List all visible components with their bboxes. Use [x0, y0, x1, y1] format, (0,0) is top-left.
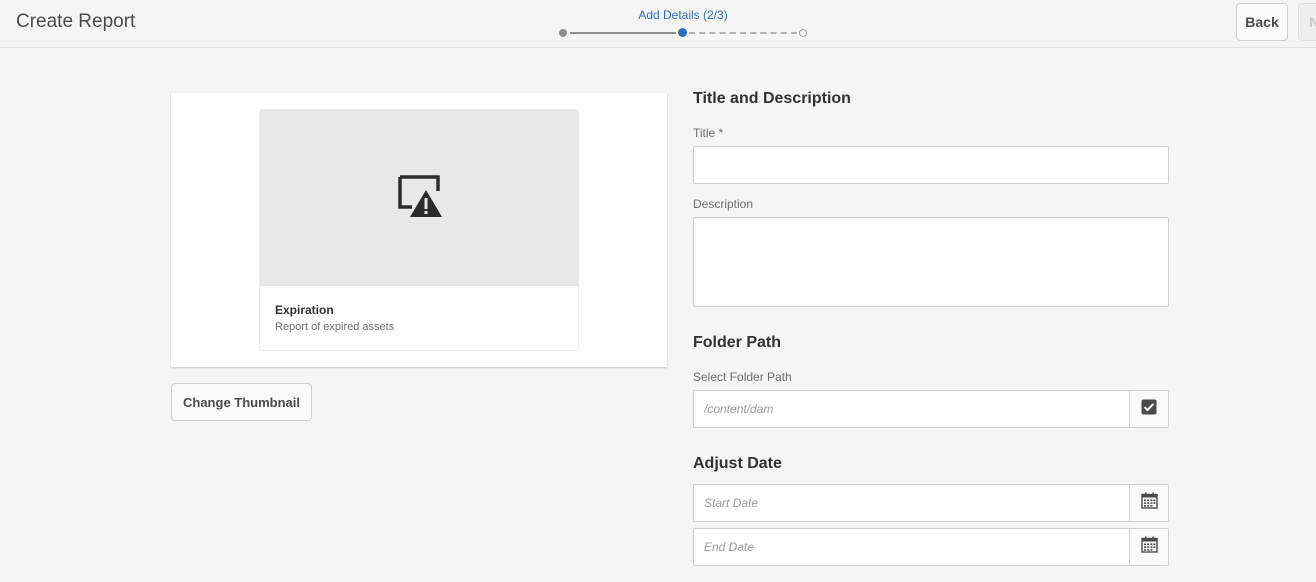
folder-path-field — [693, 390, 1169, 428]
wizard-progress: Add Details (2/3) — [555, 0, 815, 48]
card-thumbnail — [260, 110, 578, 286]
start-date-picker-button[interactable] — [1129, 485, 1168, 521]
next-button[interactable]: N — [1298, 3, 1316, 41]
end-date-picker-button[interactable] — [1129, 529, 1168, 565]
step-line-complete — [570, 32, 676, 34]
start-date-field — [693, 484, 1169, 522]
title-input[interactable] — [693, 146, 1169, 184]
folder-path-label: Select Folder Path — [693, 370, 792, 384]
checkbox-select-icon — [1141, 399, 1157, 420]
step-1-dot[interactable] — [559, 29, 567, 37]
end-date-input[interactable] — [694, 529, 1129, 565]
card-title: Expiration — [275, 303, 334, 317]
adjust-date-heading: Adjust Date — [693, 455, 782, 472]
title-label: Title * — [693, 126, 724, 140]
page-title: Create Report — [16, 11, 136, 32]
description-label: Description — [693, 197, 754, 211]
folder-path-heading: Folder Path — [693, 334, 782, 351]
start-date-input[interactable] — [694, 485, 1129, 521]
folder-picker-button[interactable] — [1129, 391, 1168, 427]
change-thumbnail-button[interactable]: Change Thumbnail — [171, 383, 312, 421]
calendar-icon — [1140, 536, 1158, 558]
report-card: Expiration Report of expired assets — [259, 109, 579, 351]
wizard-step-label: Add Details (2/3) — [638, 8, 728, 22]
description-input[interactable] — [693, 217, 1169, 307]
title-description-heading: Title and Description — [693, 90, 851, 107]
card-subtitle: Report of expired assets — [275, 321, 395, 333]
step-3-dot[interactable] — [799, 29, 807, 37]
image-missing-warning-icon — [396, 174, 444, 223]
folder-path-input[interactable] — [694, 391, 1129, 427]
step-2-dot[interactable] — [678, 28, 687, 37]
back-button[interactable]: Back — [1236, 3, 1288, 41]
step-line-pending — [689, 32, 797, 34]
calendar-icon — [1140, 492, 1158, 514]
thumbnail-panel: Expiration Report of expired assets — [171, 93, 667, 367]
top-bar: Create Report Add Details (2/3) Back N — [0, 0, 1316, 48]
end-date-field — [693, 528, 1169, 566]
